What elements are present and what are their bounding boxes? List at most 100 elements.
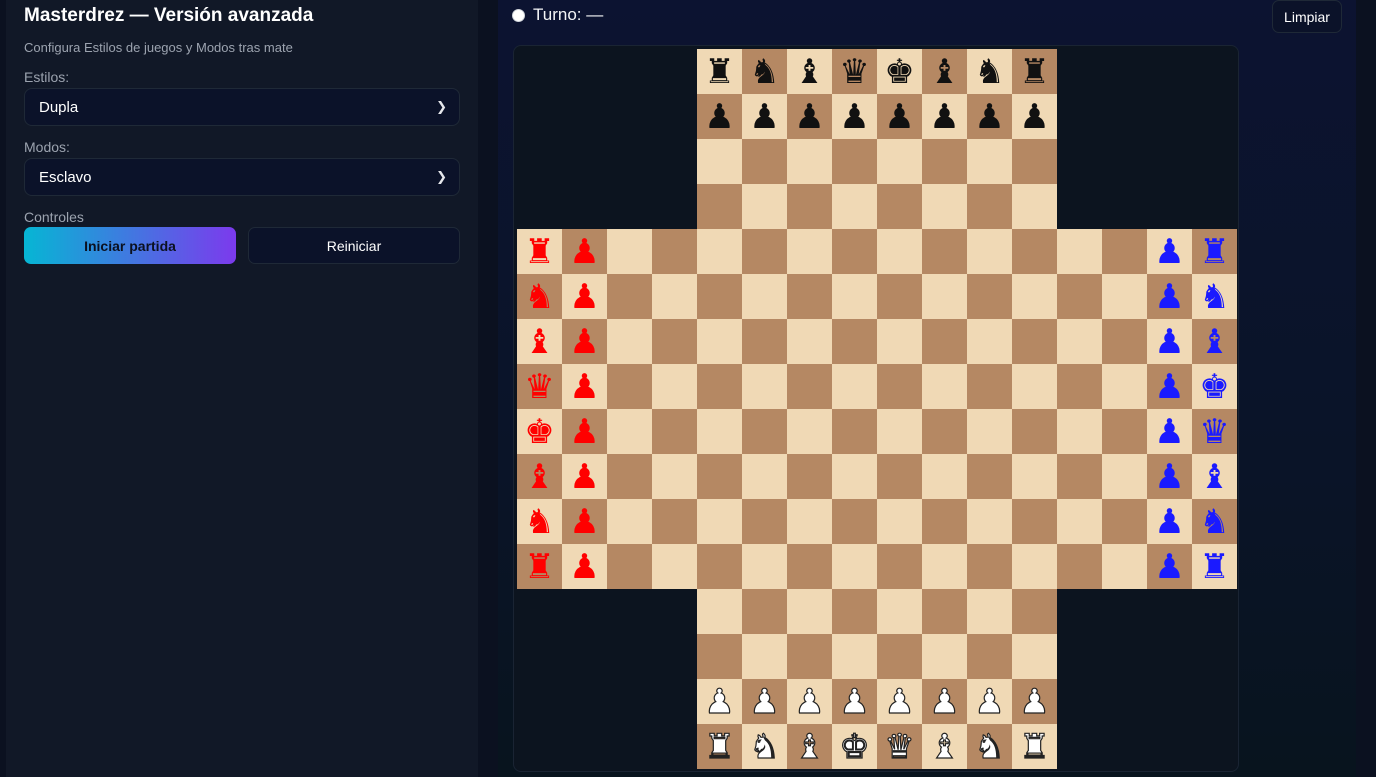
white-king-icon[interactable]: ♚ xyxy=(839,729,871,764)
board-square[interactable]: ♞ xyxy=(742,724,787,769)
board-square[interactable]: ♜ xyxy=(1012,49,1057,94)
board-square[interactable]: ♝ xyxy=(517,454,562,499)
board-square[interactable]: ♞ xyxy=(742,49,787,94)
board-square[interactable] xyxy=(877,364,922,409)
board-square[interactable]: ♟ xyxy=(1147,274,1192,319)
board-square[interactable] xyxy=(877,184,922,229)
board-square[interactable] xyxy=(652,229,697,274)
board-square[interactable] xyxy=(1102,544,1147,589)
board-square[interactable] xyxy=(832,634,877,679)
black-pawn-icon[interactable]: ♟ xyxy=(839,100,869,134)
red-queen-icon[interactable]: ♛ xyxy=(524,370,554,404)
board-square[interactable] xyxy=(1012,229,1057,274)
board-square[interactable]: ♟ xyxy=(967,679,1012,724)
board-square[interactable] xyxy=(697,589,742,634)
board-square[interactable] xyxy=(697,184,742,229)
board-square[interactable] xyxy=(652,409,697,454)
board-square[interactable] xyxy=(787,274,832,319)
board-square[interactable] xyxy=(607,544,652,589)
board-square[interactable] xyxy=(922,589,967,634)
board-square[interactable] xyxy=(697,274,742,319)
board-square[interactable]: ♟ xyxy=(1147,319,1192,364)
board-square[interactable]: ♜ xyxy=(1012,724,1057,769)
board-square[interactable] xyxy=(742,364,787,409)
black-pawn-icon[interactable]: ♟ xyxy=(974,100,1004,134)
board-square[interactable] xyxy=(787,229,832,274)
board-square[interactable] xyxy=(607,499,652,544)
board-square[interactable] xyxy=(1012,274,1057,319)
black-pawn-icon[interactable]: ♟ xyxy=(884,100,914,134)
board-square[interactable] xyxy=(877,544,922,589)
red-bishop-icon[interactable]: ♝ xyxy=(524,325,554,359)
board-square[interactable] xyxy=(1012,454,1057,499)
board-square[interactable] xyxy=(922,544,967,589)
board-square[interactable] xyxy=(922,319,967,364)
board-square[interactable] xyxy=(787,499,832,544)
board-square[interactable] xyxy=(742,319,787,364)
board-square[interactable] xyxy=(742,409,787,454)
board-square[interactable] xyxy=(787,364,832,409)
board-square[interactable]: ♞ xyxy=(967,724,1012,769)
board-square[interactable] xyxy=(1057,409,1102,454)
board-square[interactable]: ♞ xyxy=(967,49,1012,94)
board-square[interactable]: ♛ xyxy=(517,364,562,409)
black-pawn-icon[interactable]: ♟ xyxy=(794,100,824,134)
board-square[interactable]: ♛ xyxy=(877,724,922,769)
white-pawn-icon[interactable]: ♟ xyxy=(794,684,826,719)
board-square[interactable] xyxy=(1012,139,1057,184)
black-bishop-icon[interactable]: ♝ xyxy=(929,55,959,89)
blue-pawn-icon[interactable]: ♟ xyxy=(1154,370,1184,404)
board-square[interactable]: ♟ xyxy=(562,229,607,274)
board-square[interactable] xyxy=(967,364,1012,409)
black-pawn-icon[interactable]: ♟ xyxy=(929,100,959,134)
board-square[interactable] xyxy=(1012,409,1057,454)
board-square[interactable] xyxy=(832,139,877,184)
board-square[interactable]: ♟ xyxy=(922,679,967,724)
blue-knight-icon[interactable]: ♞ xyxy=(1199,280,1229,314)
white-pawn-icon[interactable]: ♟ xyxy=(929,684,961,719)
blue-pawn-icon[interactable]: ♟ xyxy=(1154,460,1184,494)
board-square[interactable] xyxy=(967,544,1012,589)
board-square[interactable] xyxy=(832,589,877,634)
board-square[interactable] xyxy=(877,274,922,319)
board-square[interactable] xyxy=(1057,454,1102,499)
board-square[interactable] xyxy=(1102,364,1147,409)
board-square[interactable] xyxy=(967,184,1012,229)
black-bishop-icon[interactable]: ♝ xyxy=(794,55,824,89)
blue-pawn-icon[interactable]: ♟ xyxy=(1154,415,1184,449)
white-pawn-icon[interactable]: ♟ xyxy=(974,684,1006,719)
board-square[interactable]: ♟ xyxy=(832,679,877,724)
board-square[interactable]: ♟ xyxy=(1147,229,1192,274)
board-square[interactable] xyxy=(967,319,1012,364)
board-square[interactable]: ♞ xyxy=(517,499,562,544)
board-square[interactable]: ♟ xyxy=(1147,544,1192,589)
board-square[interactable] xyxy=(922,184,967,229)
board-square[interactable] xyxy=(787,139,832,184)
board-square[interactable] xyxy=(832,319,877,364)
board-square[interactable] xyxy=(967,274,1012,319)
board-square[interactable]: ♜ xyxy=(697,724,742,769)
board-square[interactable] xyxy=(697,139,742,184)
board-square[interactable] xyxy=(1057,499,1102,544)
board-square[interactable] xyxy=(832,364,877,409)
board-square[interactable]: ♟ xyxy=(877,94,922,139)
board-square[interactable] xyxy=(877,139,922,184)
board-square[interactable] xyxy=(967,454,1012,499)
board-square[interactable]: ♟ xyxy=(787,679,832,724)
red-pawn-icon[interactable]: ♟ xyxy=(569,415,599,449)
board-square[interactable] xyxy=(967,589,1012,634)
board-square[interactable] xyxy=(1012,634,1057,679)
board-square[interactable]: ♟ xyxy=(787,94,832,139)
white-pawn-icon[interactable]: ♟ xyxy=(704,684,736,719)
board-square[interactable] xyxy=(787,319,832,364)
board-square[interactable] xyxy=(832,184,877,229)
blue-queen-icon[interactable]: ♛ xyxy=(1199,415,1229,449)
board-square[interactable]: ♞ xyxy=(1192,274,1237,319)
board-square[interactable]: ♟ xyxy=(1147,499,1192,544)
white-rook-icon[interactable]: ♜ xyxy=(704,729,736,764)
black-pawn-icon[interactable]: ♟ xyxy=(704,100,734,134)
board-square[interactable] xyxy=(877,589,922,634)
board-square[interactable]: ♝ xyxy=(787,724,832,769)
board-square[interactable]: ♟ xyxy=(562,319,607,364)
board-square[interactable] xyxy=(967,229,1012,274)
